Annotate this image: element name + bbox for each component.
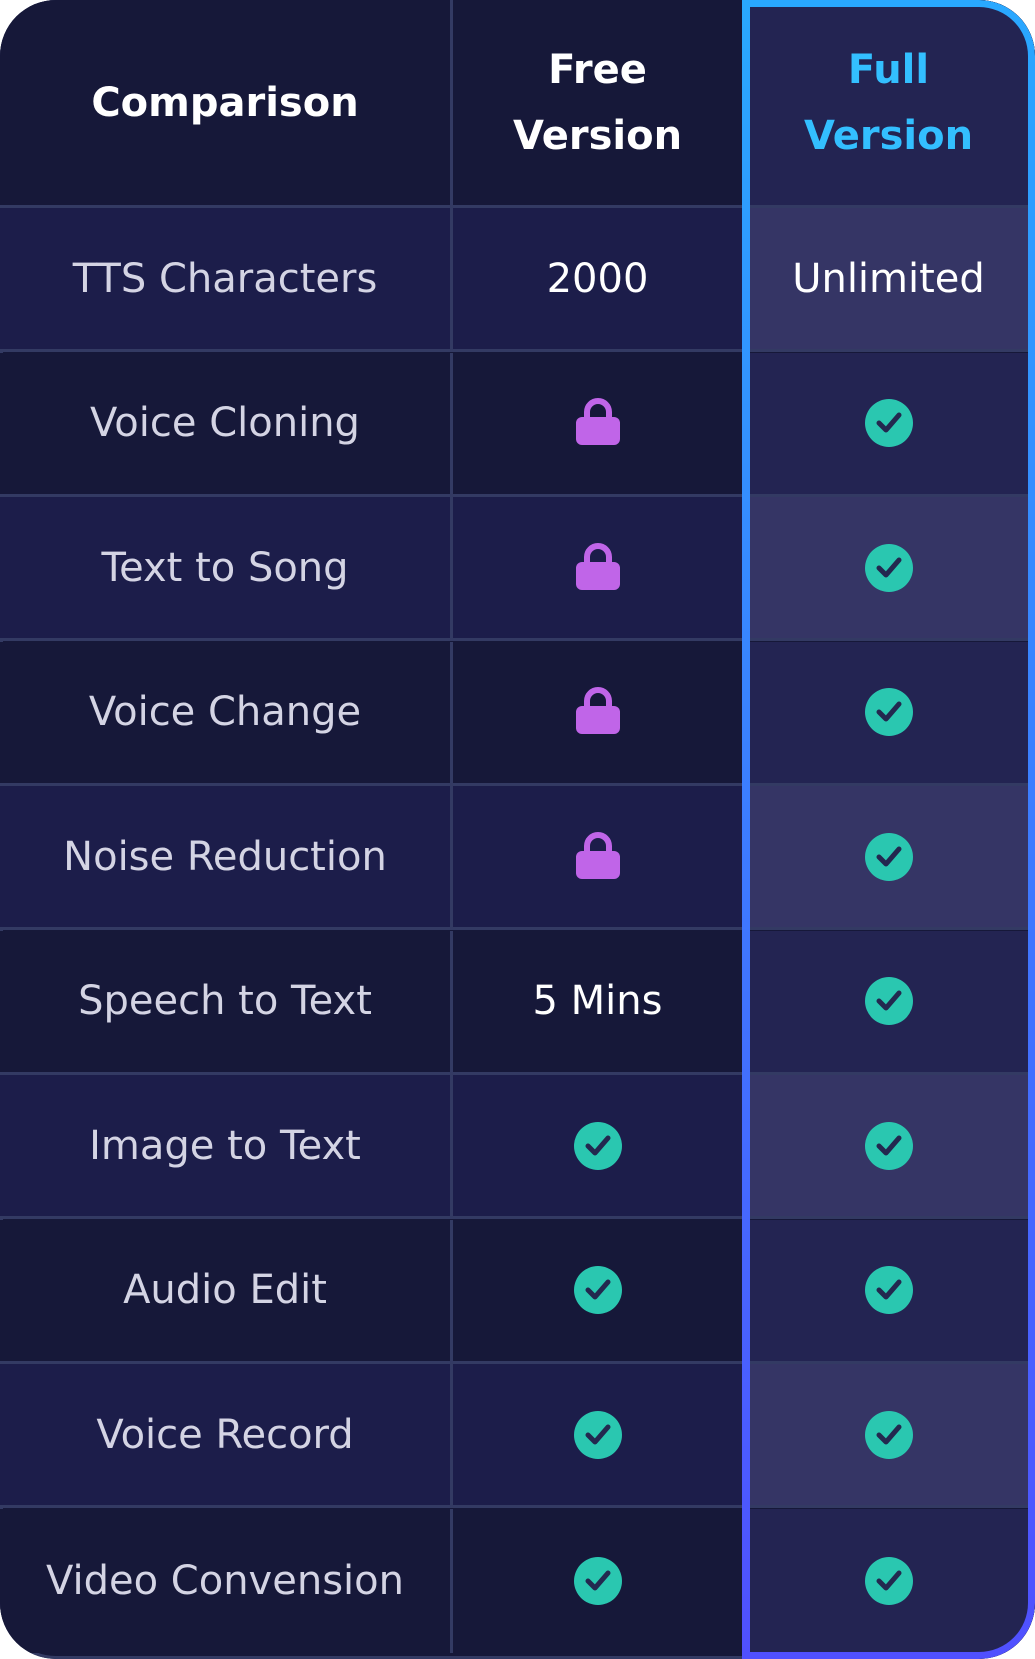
feature-cell: Image to Text (0, 1075, 453, 1216)
free-version-cell (453, 1509, 742, 1653)
check-icon (864, 688, 913, 736)
feature-label: Voice Change (88, 689, 362, 735)
feature-label: Voice Record (96, 1411, 354, 1458)
table-row: Image to Text (0, 1075, 1035, 1219)
feature-cell: Voice Cloning (0, 352, 453, 494)
feature-cell: TTS Characters (0, 208, 453, 349)
table-row: Audio Edit (0, 1219, 1035, 1364)
check-icon (864, 1556, 913, 1605)
full-version-cell (742, 1508, 1035, 1653)
header-full-version: Full Version (742, 0, 1035, 205)
check-icon (573, 1410, 622, 1459)
feature-label: Text to Song (101, 544, 349, 591)
feature-cell: Speech to Text (0, 930, 453, 1072)
header-free-line1: Free (548, 46, 647, 93)
full-version-cell (742, 352, 1035, 494)
free-version-cell (453, 1364, 742, 1505)
table-row: Text to Song (0, 497, 1035, 641)
full-version-cell (742, 1075, 1035, 1216)
header-full-line2: Version (803, 112, 974, 159)
feature-cell: Voice Record (0, 1364, 453, 1505)
cell-value: Unlimited (792, 255, 985, 302)
free-version-cell (453, 1220, 742, 1361)
feature-label: Audio Edit (123, 1267, 327, 1313)
cell-value: 5 Mins (532, 978, 663, 1024)
feature-cell: Noise Reduction (0, 786, 453, 927)
header-full-line1: Full (847, 46, 930, 93)
feature-label: Image to Text (89, 1122, 361, 1169)
feature-cell: Video Convension (0, 1508, 453, 1653)
check-icon (573, 1556, 622, 1605)
full-version-cell (742, 930, 1035, 1072)
check-icon (573, 1121, 622, 1170)
check-icon (864, 1266, 913, 1314)
header-free-line2: Version (512, 112, 683, 159)
full-version-cell (742, 497, 1035, 638)
free-version-cell (453, 497, 742, 638)
free-version-cell (453, 1075, 742, 1216)
table-row: Video Convension (0, 1508, 1035, 1653)
free-version-cell (453, 642, 742, 783)
check-icon (864, 1410, 913, 1459)
table-row: Voice Change (0, 641, 1035, 786)
table-row: Speech to Text 5 Mins (0, 930, 1035, 1075)
cell-value: 2000 (546, 255, 649, 302)
header-row: Comparison Free Version Full Version (0, 0, 1035, 208)
full-version-cell (742, 786, 1035, 927)
feature-label: Voice Cloning (90, 400, 360, 446)
check-icon (864, 543, 913, 592)
check-icon (573, 1266, 622, 1314)
free-version-cell (453, 786, 742, 927)
full-version-cell (742, 1219, 1035, 1361)
full-version-cell (742, 1364, 1035, 1505)
feature-label: Noise Reduction (63, 833, 387, 880)
feature-cell: Voice Change (0, 641, 453, 783)
feature-label: Video Convension (46, 1557, 404, 1604)
lock-icon (575, 831, 620, 883)
free-version-cell: 2000 (453, 208, 742, 349)
table-row: Voice Record (0, 1364, 1035, 1508)
full-version-cell (742, 641, 1035, 783)
lock-icon (575, 686, 620, 738)
feature-label: Speech to Text (78, 978, 372, 1024)
feature-cell: Text to Song (0, 497, 453, 638)
full-version-cell: Unlimited (742, 208, 1035, 349)
check-icon (864, 832, 913, 881)
free-version-cell (453, 353, 742, 494)
header-comparison-label: Comparison (91, 79, 359, 126)
lock-icon (575, 397, 620, 449)
comparison-table: Comparison Free Version Full Version TTS… (0, 0, 1035, 1659)
header-free-version: Free Version (453, 0, 742, 205)
table-row: TTS Characters 2000 Unlimited (0, 208, 1035, 352)
check-icon (864, 399, 913, 447)
table-row: Voice Cloning (0, 352, 1035, 497)
check-icon (864, 977, 913, 1025)
check-icon (864, 1121, 913, 1170)
header-comparison: Comparison (0, 0, 453, 205)
table-row: Noise Reduction (0, 786, 1035, 930)
feature-cell: Audio Edit (0, 1219, 453, 1361)
feature-label: TTS Characters (72, 255, 378, 302)
lock-icon (575, 542, 620, 594)
free-version-cell: 5 Mins (453, 931, 742, 1072)
